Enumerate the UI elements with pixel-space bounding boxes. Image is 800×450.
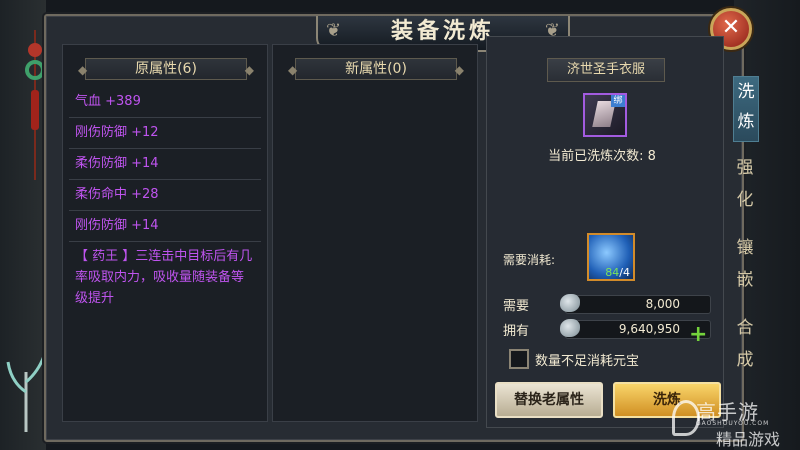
bound-badge: 绑 (611, 95, 625, 107)
own-value: 9,640,950 (618, 322, 680, 336)
own-label: 拥有 (503, 324, 530, 339)
skill-description: 【 药王 】三连击中目标后有几率吸取内力，吸收量随装备等级提升 (75, 249, 253, 306)
close-icon[interactable]: ✕ (722, 15, 740, 40)
need-label: 需要 (503, 299, 530, 314)
title-ornament-left-icon: ❦ (326, 20, 342, 41)
attribute-row: 刚伤防御 +14 (69, 211, 261, 242)
refine-stone-icon[interactable]: 84/4 (587, 233, 635, 281)
refine-info-panel: 济世圣手衣服 绑 当前已洗炼次数: 8 需要消耗: 84/4 需要 8,000 … (486, 36, 724, 428)
new-attributes-header: 新属性(0) (288, 58, 464, 80)
original-attributes-list: 气血 +389 刚伤防御 +12 柔伤防御 +14 柔伤命中 +28 刚伤防御 … (69, 87, 261, 313)
tab-refine[interactable]: 洗 炼 (733, 76, 759, 142)
use-ingot-label: 数量不足消耗元宝 (535, 354, 640, 369)
replace-attributes-button[interactable]: 替换老属性 (495, 382, 603, 418)
attribute-row: 气血 +389 (69, 87, 261, 118)
add-currency-plus-icon[interactable]: + (689, 322, 707, 347)
cost-label: 需要消耗: (503, 253, 556, 267)
new-attributes-panel: 新属性(0) (272, 44, 478, 422)
silver-coin-icon (560, 319, 580, 337)
attribute-row: 柔伤防御 +14 (69, 149, 261, 180)
watermark-tag: 精品游戏 (716, 430, 781, 449)
dialog-title: 装备洗炼 (390, 19, 495, 44)
tab-enhance[interactable]: 强 化 (733, 152, 757, 218)
need-value: 8,000 (645, 297, 680, 311)
tab-inlay[interactable]: 镶 嵌 (733, 232, 757, 298)
attribute-row: 刚伤防御 +12 (69, 118, 261, 149)
tab-combine[interactable]: 合 成 (733, 312, 757, 378)
original-attributes-header: 原属性(6) (78, 58, 254, 80)
tab-inlay-char-2: 嵌 (736, 270, 754, 290)
original-attributes-panel: 原属性(6) 气血 +389 刚伤防御 +12 柔伤防御 +14 柔伤命中 +2… (62, 44, 268, 422)
item-name: 济世圣手衣服 (547, 58, 665, 82)
tab-combine-char-1: 合 (736, 318, 754, 338)
watermark: 高手游 GAOSHOUYOU.COM 精品游戏 (662, 396, 800, 450)
need-amount-bar: 8,000 (560, 294, 711, 314)
use-ingot-checkbox[interactable] (509, 349, 529, 369)
silver-coin-icon (560, 294, 580, 312)
item-slot[interactable]: 绑 (583, 93, 627, 137)
tab-combine-char-2: 成 (736, 350, 754, 370)
tab-inlay-char-1: 镶 (736, 238, 754, 258)
tab-enhance-char-2: 化 (736, 190, 754, 210)
bamboo-decoration-icon (6, 355, 46, 432)
tab-refine-char-1: 洗 (737, 82, 755, 102)
tab-refine-char-2: 炼 (737, 112, 755, 132)
attribute-row: 柔伤命中 +28 (69, 180, 261, 211)
tab-enhance-char-1: 强 (736, 158, 754, 178)
material-count: 84/4 (605, 266, 630, 279)
refine-count-text: 当前已洗炼次数: 8 (548, 149, 656, 164)
